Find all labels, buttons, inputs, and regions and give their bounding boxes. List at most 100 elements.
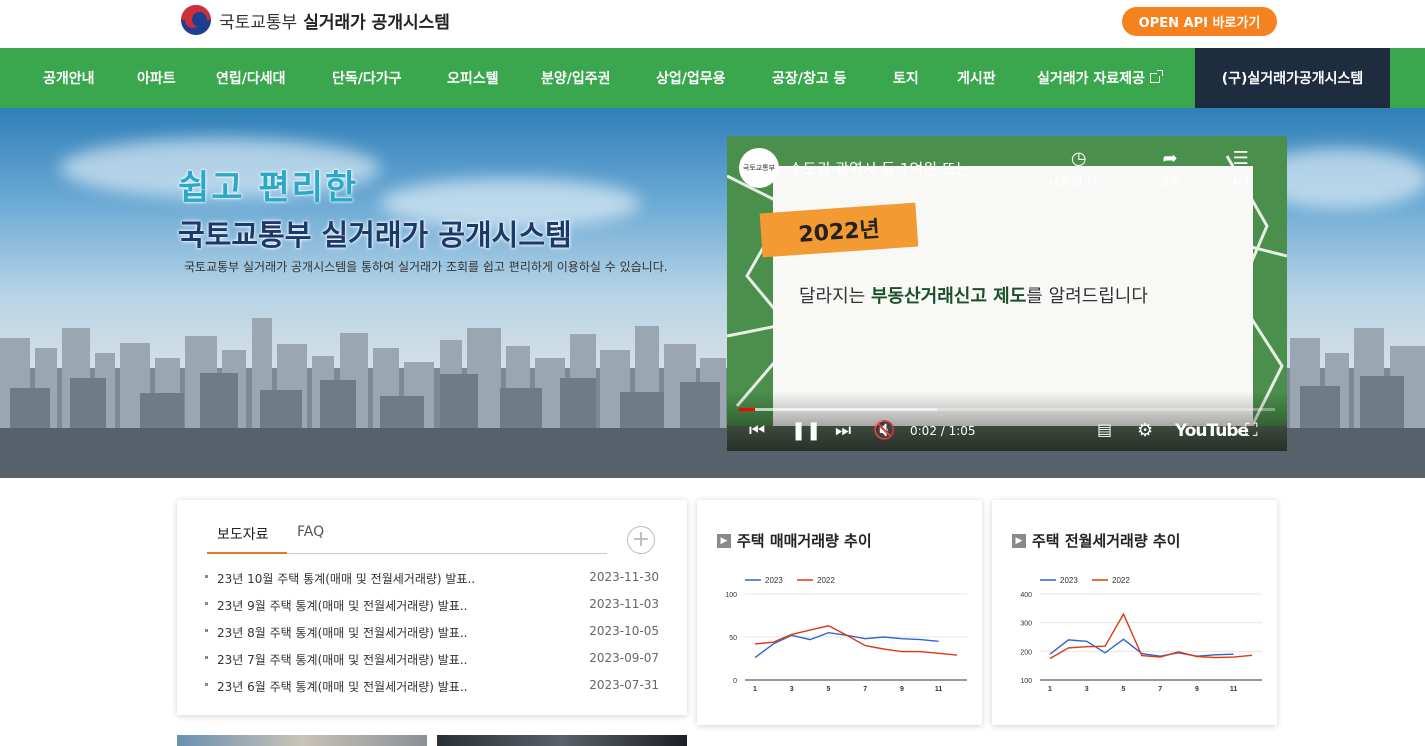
- settings-icon[interactable]: ⚙: [1137, 420, 1153, 441]
- chart-header: ▶ 주택 전월세거래량 추이: [1012, 530, 1180, 551]
- x-tick-label: 3: [1085, 686, 1089, 693]
- playlist-button[interactable]: ☰ 1/1: [1231, 148, 1250, 187]
- banner-thumbnail[interactable]: [177, 735, 427, 746]
- y-tick-label: 100: [725, 592, 737, 599]
- youtube-video-player[interactable]: 2022년 달라지는 부동산거래신고 제도를 알려드립니다 국토교통부 수도권·…: [727, 136, 1287, 451]
- x-tick-label: 5: [1122, 686, 1126, 693]
- playlist-icon: ☰: [1232, 148, 1249, 169]
- video-title[interactable]: 수도권·광역시 등 1억원 또는 ...: [789, 158, 989, 179]
- progress-buffered: [739, 408, 938, 411]
- youtube-logo[interactable]: YouTube: [1175, 421, 1249, 441]
- series-line-2023: [754, 631, 939, 659]
- hero-title-line1: 쉽고 편리한: [178, 168, 359, 208]
- headline-post: 를 알려드립니다: [1026, 286, 1148, 307]
- bullet: [205, 656, 208, 659]
- nav-item-board[interactable]: 게시판: [957, 48, 996, 108]
- legend-label: 2023: [1060, 576, 1078, 585]
- nav-item-commercial[interactable]: 상업/업무용: [656, 48, 726, 108]
- chevron-right-icon: ▶: [717, 533, 731, 548]
- list-item[interactable]: 23년 9월 주택 통계(매매 및 전월세거래량) 발표.. 2023-11-0…: [205, 595, 659, 622]
- nav-label: 공개안내: [43, 71, 95, 87]
- banner-thumbnail[interactable]: [437, 735, 687, 746]
- nav-item-multiplex[interactable]: 연립/다세대: [216, 48, 286, 108]
- site-logo[interactable]: 국토교통부 실거래가 공개시스템: [181, 4, 450, 36]
- y-tick-label: 100: [1020, 678, 1032, 685]
- x-tick-label: 5: [827, 686, 831, 693]
- hero-title-line2: 국토교통부 실거래가 공개시스템: [178, 218, 572, 252]
- tab-press-release[interactable]: 보도자료: [217, 524, 269, 544]
- list-item[interactable]: 23년 6월 주택 통계(매매 및 전월세거래량) 발표.. 2023-07-3…: [205, 676, 659, 703]
- news-card: 보도자료 FAQ + 23년 10월 주택 통계(매매 및 전월세거래량) 발표…: [177, 500, 687, 715]
- open-api-button[interactable]: OPEN API 바로가기: [1122, 7, 1277, 36]
- x-tick-label: 1: [753, 686, 757, 693]
- watch-later-button[interactable]: ◷ 나중에 시...: [1049, 148, 1108, 190]
- nav-label: 공장/창고 등: [772, 71, 847, 87]
- subtitles-icon[interactable]: ▤: [1097, 420, 1112, 439]
- nav-label: 분양/입주권: [541, 71, 611, 87]
- bullet: [205, 683, 208, 686]
- bullet: [205, 629, 208, 632]
- nav-item-presale[interactable]: 분양/입주권: [541, 48, 611, 108]
- pause-icon[interactable]: ❚❚: [791, 420, 821, 441]
- legend-label: 2022: [1112, 576, 1130, 585]
- nav-item-land[interactable]: 토지: [893, 48, 919, 108]
- legend-label: 2022: [817, 576, 835, 585]
- nav-item-disclosure-guide[interactable]: 공개안내: [43, 48, 95, 108]
- news-title[interactable]: 23년 7월 주택 통계(매매 및 전월세거래량) 발표..: [217, 651, 467, 668]
- nav-item-factory[interactable]: 공장/창고 등: [772, 48, 846, 108]
- nav-label: 단독/다가구: [332, 71, 402, 87]
- logo-ministry-text: 국토교통부: [219, 12, 298, 33]
- channel-avatar[interactable]: 국토교통부: [739, 148, 779, 188]
- nav-label: 연립/다세대: [216, 71, 286, 87]
- news-date: 2023-11-03: [589, 597, 659, 611]
- share-icon: ➦: [1162, 148, 1178, 169]
- progress-played: [739, 408, 756, 411]
- watch-later-label: 나중에 시...: [1049, 175, 1109, 189]
- chevron-right-icon: ▶: [1012, 533, 1026, 548]
- previous-icon[interactable]: ⏮: [749, 420, 765, 441]
- nav-label: 상업/업무용: [656, 71, 726, 87]
- government-emblem-icon: [181, 5, 211, 35]
- nav-label: 실거래가 자료제공: [1037, 71, 1145, 87]
- video-headline: 달라지는 부동산거래신고 제도를 알려드립니다: [799, 282, 1148, 308]
- news-title[interactable]: 23년 9월 주택 통계(매매 및 전월세거래량) 발표..: [217, 597, 467, 614]
- avatar-text: 국토교통부: [742, 164, 776, 172]
- nav-label: 게시판: [957, 71, 996, 87]
- list-item[interactable]: 23년 10월 주택 통계(매매 및 전월세거래량) 발표.. 2023-11-…: [205, 568, 659, 595]
- chart-title: 주택 매매거래량 추이: [737, 532, 872, 550]
- news-date: 2023-10-05: [589, 624, 659, 638]
- x-tick-label: 1: [1048, 686, 1052, 693]
- headline-bold: 부동산거래신고 제도: [870, 286, 1027, 307]
- x-tick-label: 11: [1230, 686, 1238, 693]
- share-button[interactable]: ➦ 공유: [1159, 148, 1181, 190]
- news-title[interactable]: 23년 6월 주택 통계(매매 및 전월세거래량) 발표..: [217, 678, 467, 695]
- main-nav: 공개안내 아파트 연립/다세대 단독/다가구 오피스텔 분양/입주권 상업/업무…: [0, 48, 1425, 108]
- news-title[interactable]: 23년 10월 주택 통계(매매 및 전월세거래량) 발표..: [217, 570, 475, 587]
- news-list: 23년 10월 주택 통계(매매 및 전월세거래량) 발표.. 2023-11-…: [205, 568, 659, 703]
- list-item[interactable]: 23년 7월 주택 통계(매매 및 전월세거래량) 발표.. 2023-09-0…: [205, 649, 659, 676]
- news-title[interactable]: 23년 8월 주택 통계(매매 및 전월세거래량) 발표..: [217, 624, 467, 641]
- chart-header: ▶ 주택 매매거래량 추이: [717, 530, 872, 551]
- list-item[interactable]: 23년 8월 주택 통계(매매 및 전월세거래량) 발표.. 2023-10-0…: [205, 622, 659, 649]
- nav-item-officetel[interactable]: 오피스텔: [447, 48, 499, 108]
- next-icon[interactable]: ⏭: [835, 420, 851, 441]
- video-progress-bar[interactable]: [739, 408, 1275, 411]
- mute-icon[interactable]: 🔇: [873, 420, 895, 441]
- x-tick-label: 9: [900, 686, 904, 693]
- nav-item-detached[interactable]: 단독/다가구: [332, 48, 402, 108]
- chart-title: 주택 전월세거래량 추이: [1032, 532, 1181, 550]
- x-tick-label: 11: [935, 686, 943, 693]
- fullscreen-icon[interactable]: ⛶: [1245, 420, 1258, 441]
- hero-description: 국토교통부 실거래가 공개시스템을 통하여 실거래가 조회를 쉽고 편리하게 이…: [184, 260, 668, 274]
- active-tab-underline: [207, 552, 287, 554]
- news-date: 2023-09-07: [589, 651, 659, 665]
- nav-item-apartment[interactable]: 아파트: [137, 48, 176, 108]
- x-tick-label: 9: [1195, 686, 1199, 693]
- clock-icon: ◷: [1070, 148, 1087, 169]
- bullet: [205, 602, 208, 605]
- nav-item-old-system[interactable]: (구)실거래가공개시스템: [1195, 48, 1390, 108]
- tab-faq[interactable]: FAQ: [297, 524, 324, 540]
- nav-item-data-provision[interactable]: 실거래가 자료제공: [1037, 48, 1163, 108]
- rent-volume-line-chart: 2023 2022 100 200 300 400 1 3 5 7 9 11: [1020, 576, 1262, 693]
- more-plus-button[interactable]: +: [627, 526, 655, 554]
